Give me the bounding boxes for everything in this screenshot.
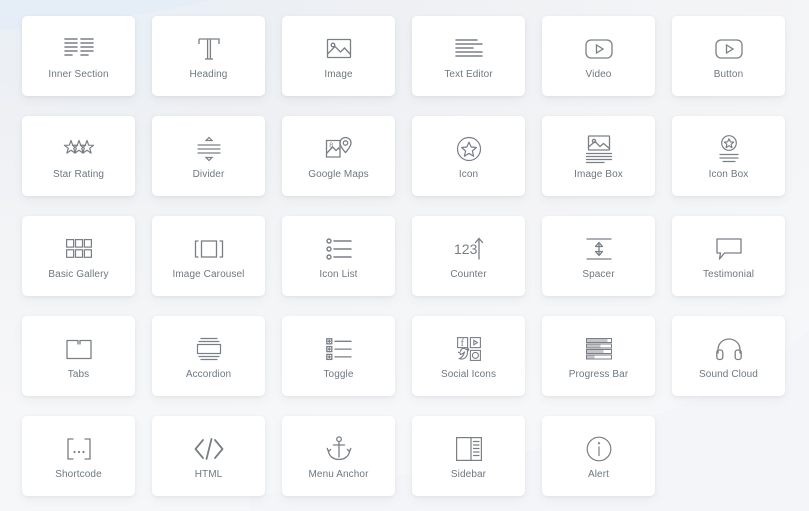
widget-card-label: Sidebar bbox=[450, 468, 487, 480]
widget-card-icon-box[interactable]: Icon Box bbox=[672, 116, 785, 196]
alert-info-icon bbox=[586, 432, 612, 466]
widget-card-label: Accordion bbox=[185, 368, 232, 380]
widget-card-label: Toggle bbox=[323, 368, 354, 380]
icon-box-icon bbox=[716, 132, 742, 166]
widget-card-shortcode[interactable]: Shortcode bbox=[22, 416, 135, 496]
widget-card-image[interactable]: Image bbox=[282, 16, 395, 96]
video-play-icon bbox=[584, 32, 613, 66]
widget-card-progress-bar[interactable]: Progress Bar bbox=[542, 316, 655, 396]
inner-section-icon bbox=[63, 32, 94, 66]
svg-text:8: 8 bbox=[329, 143, 333, 150]
widget-card-label: Image Box bbox=[574, 168, 623, 180]
spacer-icon bbox=[585, 232, 612, 266]
widget-card-label: Google Maps bbox=[308, 168, 369, 180]
widget-card-label: HTML bbox=[194, 468, 223, 480]
counter-icon: 123 bbox=[454, 232, 484, 266]
widget-card-label: Sound Cloud bbox=[699, 368, 758, 380]
widget-card-divider[interactable]: Divider bbox=[152, 116, 265, 196]
heading-t-icon bbox=[196, 32, 222, 66]
widget-card-tabs[interactable]: Tabs bbox=[22, 316, 135, 396]
widget-card-label: Social Icons bbox=[440, 368, 497, 380]
toggle-list-icon bbox=[325, 332, 352, 366]
widget-card-button[interactable]: Button bbox=[672, 16, 785, 96]
widget-card-label: Counter bbox=[450, 268, 487, 280]
widget-panel: Inner Section Heading Image Text Editor … bbox=[0, 0, 809, 496]
widget-card-label: Icon bbox=[458, 168, 479, 180]
widget-card-label: Text Editor bbox=[444, 68, 493, 80]
icon-circle-star-icon bbox=[456, 132, 482, 166]
widget-card-label: Divider bbox=[192, 168, 225, 180]
widget-card-image-box[interactable]: Image Box bbox=[542, 116, 655, 196]
widget-card-text-editor[interactable]: Text Editor bbox=[412, 16, 525, 96]
accordion-icon bbox=[196, 332, 222, 366]
google-maps-icon: 8 bbox=[325, 132, 352, 166]
shortcode-brackets-icon bbox=[65, 432, 93, 466]
widget-card-sidebar[interactable]: Sidebar bbox=[412, 416, 525, 496]
widget-card-label: Spacer bbox=[582, 268, 615, 280]
widget-card-icon[interactable]: Icon bbox=[412, 116, 525, 196]
widget-card-label: Progress Bar bbox=[568, 368, 629, 380]
widget-card-label: Shortcode bbox=[55, 468, 102, 480]
widget-card-alert[interactable]: Alert bbox=[542, 416, 655, 496]
tabs-folder-icon bbox=[65, 332, 92, 366]
star-rating-icon bbox=[63, 132, 95, 166]
progress-bar-icon bbox=[585, 332, 612, 366]
widget-card-label: Testimonial bbox=[702, 268, 755, 280]
widget-card-inner-section[interactable]: Inner Section bbox=[22, 16, 135, 96]
widget-card-video[interactable]: Video bbox=[542, 16, 655, 96]
html-code-icon bbox=[194, 432, 224, 466]
widget-card-label: Inner Section bbox=[48, 68, 109, 80]
widget-grid: Inner Section Heading Image Text Editor … bbox=[22, 16, 787, 496]
divider-icon bbox=[196, 132, 222, 166]
widget-card-heading[interactable]: Heading bbox=[152, 16, 265, 96]
widget-card-label: Star Rating bbox=[52, 168, 105, 180]
widget-card-testimonial[interactable]: Testimonial bbox=[672, 216, 785, 296]
sidebar-icon bbox=[455, 432, 482, 466]
testimonial-quote-icon bbox=[715, 232, 742, 266]
sound-cloud-headphones-icon bbox=[715, 332, 742, 366]
widget-card-label: Icon List bbox=[319, 268, 358, 280]
image-icon bbox=[326, 32, 352, 66]
widget-card-label: Image bbox=[324, 68, 353, 80]
widget-card-label: Image Carousel bbox=[172, 268, 245, 280]
button-play-icon bbox=[714, 32, 743, 66]
social-icons-icon: f bbox=[456, 332, 481, 366]
widget-card-label: Heading bbox=[189, 68, 228, 80]
widget-card-star-rating[interactable]: Star Rating bbox=[22, 116, 135, 196]
widget-card-label: Button bbox=[713, 68, 744, 80]
widget-card-google-maps[interactable]: 8 Google Maps bbox=[282, 116, 395, 196]
widget-card-label: Alert bbox=[587, 468, 610, 480]
widget-card-label: Tabs bbox=[67, 368, 90, 380]
widget-card-label: Video bbox=[585, 68, 612, 80]
widget-card-social-icons[interactable]: f Social Icons bbox=[412, 316, 525, 396]
text-editor-icon bbox=[454, 32, 483, 66]
widget-card-label: Basic Gallery bbox=[48, 268, 109, 280]
widget-card-basic-gallery[interactable]: Basic Gallery bbox=[22, 216, 135, 296]
basic-gallery-icon bbox=[65, 232, 92, 266]
image-carousel-icon bbox=[194, 232, 224, 266]
icon-list-icon bbox=[325, 232, 352, 266]
widget-card-counter[interactable]: 123 Counter bbox=[412, 216, 525, 296]
svg-text:123: 123 bbox=[454, 241, 478, 257]
widget-card-sound-cloud[interactable]: Sound Cloud bbox=[672, 316, 785, 396]
widget-card-icon-list[interactable]: Icon List bbox=[282, 216, 395, 296]
widget-card-menu-anchor[interactable]: Menu Anchor bbox=[282, 416, 395, 496]
widget-card-image-carousel[interactable]: Image Carousel bbox=[152, 216, 265, 296]
widget-card-html[interactable]: HTML bbox=[152, 416, 265, 496]
widget-card-spacer[interactable]: Spacer bbox=[542, 216, 655, 296]
widget-card-label: Icon Box bbox=[708, 168, 749, 180]
widget-card-label: Menu Anchor bbox=[308, 468, 369, 480]
menu-anchor-icon bbox=[326, 432, 351, 466]
widget-card-toggle[interactable]: Toggle bbox=[282, 316, 395, 396]
widget-card-accordion[interactable]: Accordion bbox=[152, 316, 265, 396]
image-box-icon bbox=[585, 132, 612, 166]
